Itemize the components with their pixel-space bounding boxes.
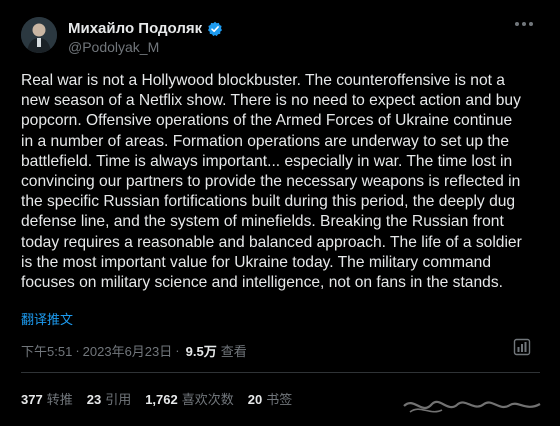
avatar[interactable] — [21, 17, 57, 53]
verified-badge-icon — [207, 21, 223, 37]
author-name[interactable]: Михайло Подоляк — [68, 20, 202, 37]
engagement-stats: 377 转推 23 引用 1,762 喜欢次数 20 书签 — [21, 389, 292, 408]
author-name-row[interactable]: Михайло Подоляк — [68, 20, 223, 37]
tweet-meta: 下午5:51 · 2023年6月23日 · 9.5万 查看 — [21, 341, 247, 360]
likes-stat[interactable]: 1,762 喜欢次数 — [145, 389, 234, 408]
view-count-label: 查看 — [220, 344, 247, 359]
meta-separator: · — [175, 343, 180, 358]
retweets-stat[interactable]: 377 转推 — [21, 389, 73, 408]
watermark-icon — [400, 392, 546, 420]
divider — [21, 372, 540, 373]
quotes-stat[interactable]: 23 引用 — [87, 389, 131, 408]
translate-tweet-link[interactable]: 翻译推文 — [21, 309, 73, 328]
tweet-card: Михайло Подоляк @Podolyak_M Real war is … — [0, 0, 560, 426]
analytics-chart-icon[interactable] — [513, 338, 531, 356]
tweet-date[interactable]: 2023年6月23日 — [83, 341, 173, 360]
more-options-icon[interactable] — [512, 14, 536, 34]
tweet-time[interactable]: 下午5:51 — [21, 341, 72, 360]
author-handle[interactable]: @Podolyak_M — [68, 39, 159, 55]
bookmarks-stat[interactable]: 20 书签 — [248, 389, 292, 408]
meta-separator: · — [75, 343, 80, 358]
view-count: 9.5万 — [185, 344, 217, 359]
tweet-text: Real war is not a Hollywood blockbuster.… — [21, 72, 522, 292]
